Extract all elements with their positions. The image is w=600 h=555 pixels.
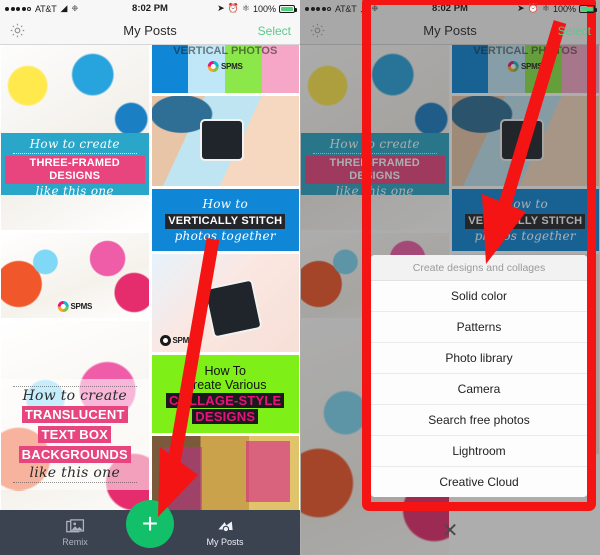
plus-icon: + (141, 508, 159, 539)
select-button[interactable]: Select (258, 24, 291, 38)
spms-watermark: SPMS (57, 301, 92, 312)
status-bar-left: AT&T ◢ ❉ (5, 3, 78, 14)
post-line-1: How to create (22, 388, 128, 404)
dotted-divider (13, 482, 137, 484)
alarm-clock-icon: ⏰ (527, 3, 539, 13)
grid-column-right: VERTICAL PHOTOS SPMS How to VERTICALLY S… (151, 45, 300, 555)
battery-percent-label: 100% (552, 3, 576, 14)
left-phone-screen: AT&T ◢ ❉ 8:02 PM ➤ ⏰ ⚛ 100% My Posts Sel… (0, 0, 300, 555)
status-bar-right: ➤ ⏰ ⚛ 100% (517, 3, 597, 14)
status-bar: AT&T ◢ ❉ 8:02 PM ➤ ⏰ ⚛ 100% (0, 0, 300, 17)
select-button[interactable]: Select (558, 24, 591, 38)
post-line-2: THREE-FRAMED DESIGNS (5, 155, 145, 184)
annotation-highlight-box (362, 0, 596, 511)
status-bar-right: ➤ ⏰ ⚛ 100% (217, 3, 297, 14)
posts-grid: How to create THREE-FRAMED DESIGNS like … (0, 45, 300, 555)
battery-percent-label: 100% (252, 3, 276, 14)
phone-photo (202, 278, 263, 339)
post-line-1: How To (204, 364, 246, 378)
post-banner: How to VERTICALLY STITCH photos together (152, 193, 300, 247)
spms-watermark: SPMS (159, 335, 194, 346)
spms-watermark: SPMS (208, 61, 243, 72)
post-line-1: How to (202, 197, 249, 211)
my-posts-icon (217, 520, 233, 532)
post-card-three-framed-designs[interactable]: How to create THREE-FRAMED DESIGNS like … (1, 45, 149, 230)
alarm-clock-icon: ⏰ (227, 3, 239, 13)
post-card-vertically-stitch[interactable]: How to VERTICALLY STITCH photos together (151, 189, 300, 251)
close-x-icon[interactable]: ✕ (300, 521, 600, 541)
bluetooth-icon: ⚛ (241, 3, 250, 13)
gear-icon[interactable] (9, 22, 26, 39)
tab-label: My Posts (206, 536, 244, 547)
carrier-label: AT&T (35, 3, 57, 14)
post-card-simple-fold-book[interactable]: SPMS (1, 233, 149, 318)
post-line-3: like this one (35, 183, 114, 198)
phone-photo (200, 119, 245, 161)
post-line-2: Create Various (184, 378, 267, 392)
battery-icon (279, 4, 297, 13)
post-line-3: photos together (174, 228, 276, 243)
post-card-poolside-phone[interactable] (151, 96, 299, 186)
create-button[interactable]: + (126, 500, 174, 548)
location-arrow-icon: ➤ (517, 3, 525, 13)
post-line-4: BACKGROUNDS (18, 445, 131, 464)
dotted-divider (13, 386, 137, 387)
right-phone-screen: AT&T ◢ ❉ 8:02 PM ➤ ⏰ ⚛ 100% My Posts Sel… (300, 0, 600, 555)
post-title: VERTICAL PHOTOS (173, 45, 278, 57)
post-card-vertical-photos-strip[interactable]: VERTICAL PHOTOS SPMS (151, 45, 299, 93)
post-line-2: VERTICALLY STITCH (165, 213, 286, 229)
navigation-bar: My Posts Select (0, 17, 300, 45)
grid-column-left: How to create THREE-FRAMED DESIGNS like … (1, 45, 149, 555)
bottom-tab-bar: Remix My Posts + (0, 500, 300, 555)
post-line-3: TEXT BOX (38, 425, 112, 444)
post-line-3: COLLAGE-STYLE (166, 393, 285, 408)
battery-icon (579, 4, 597, 13)
post-card-collage-style-designs[interactable]: How To Create Various COLLAGE-STYLE DESI… (151, 355, 299, 433)
wifi-icon: ◢ (60, 3, 68, 13)
post-card-hand-holding-phone[interactable]: SPMS (151, 254, 299, 352)
post-banner: How to create TRANSLUCENT TEXT BOX BACKG… (1, 379, 149, 491)
post-line-1: How to create (29, 137, 120, 151)
bluetooth-icon: ⚛ (541, 3, 550, 13)
post-line-4: DESIGNS (192, 409, 259, 424)
photos-stack-icon (65, 518, 84, 532)
location-arrow-icon: ➤ (217, 3, 225, 13)
dotted-divider (13, 152, 137, 154)
screenshot-stage: AT&T ◢ ❉ 8:02 PM ➤ ⏰ ⚛ 100% My Posts Sel… (0, 0, 600, 555)
tab-label: Remix (62, 536, 88, 547)
page-title: My Posts (123, 23, 177, 38)
signal-strength-icon (5, 6, 31, 11)
activity-spinner-icon: ❉ (71, 4, 79, 13)
post-line-5: like this one (29, 464, 121, 481)
post-line-2: TRANSLUCENT (21, 405, 128, 424)
post-banner: How to create THREE-FRAMED DESIGNS like … (1, 133, 149, 198)
